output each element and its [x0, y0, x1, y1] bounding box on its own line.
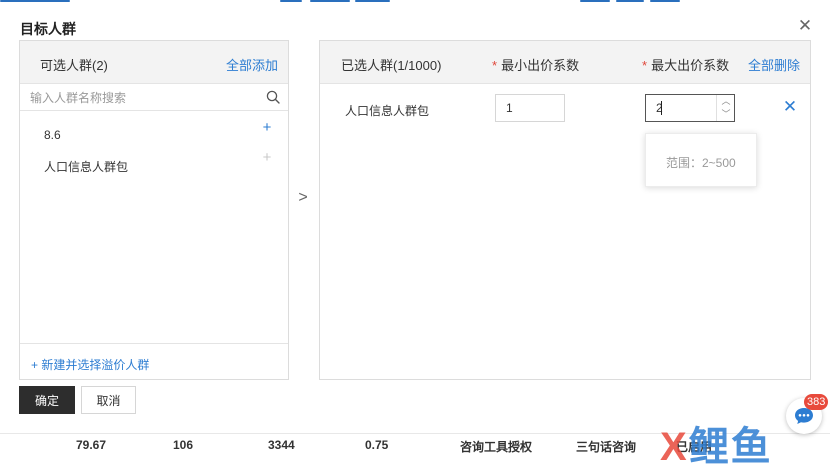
table-row: 人口信息人群包 ︿ ﹀ ✕	[320, 94, 810, 124]
selected-audience-panel: 已选人群(1/1000) * 最小出价系数 * 最大出价系数 全部删除 人口信息人群…	[319, 40, 811, 380]
watermark-part-1: X	[660, 425, 689, 469]
watermark-logo: X鲤鱼	[660, 424, 773, 470]
available-panel-footer: + 新建并选择溢价人群	[20, 343, 288, 380]
close-icon[interactable]: ✕	[796, 17, 814, 35]
chevron-right-icon[interactable]: >	[296, 189, 310, 207]
available-audience-panel: 可选人群(2) 全部添加 8.6 + 人口信息人群包 + + 新建并选择溢价人群	[19, 40, 289, 380]
audience-search-input[interactable]	[20, 85, 260, 110]
selected-panel-title: 已选人群(1/1000)	[341, 58, 442, 73]
notification-badge: 383	[804, 394, 829, 410]
table-cell: 79.67	[76, 438, 107, 452]
search-icon[interactable]	[266, 90, 280, 104]
cancel-button[interactable]: 取消	[81, 386, 136, 414]
required-asterisk: *	[492, 58, 498, 73]
table-cell: 0.75	[365, 438, 389, 452]
selected-panel-header: 已选人群(1/1000) * 最小出价系数 * 最大出价系数 全部删除	[320, 41, 810, 84]
watermark-part-2: 鲤鱼	[688, 425, 773, 469]
delete-all-link[interactable]: 全部删除	[748, 55, 800, 74]
plus-icon[interactable]: +	[260, 120, 274, 135]
min-bid-header: * 最小出价系数	[492, 55, 579, 74]
audience-search-box	[20, 85, 288, 111]
selected-audience-name: 人口信息人群包	[345, 104, 430, 118]
min-bid-header-label: 最小出价系数	[501, 58, 580, 73]
chevron-down-icon[interactable]: ﹀	[717, 108, 735, 121]
dialog-title: 目标人群	[20, 21, 76, 37]
max-bid-stepper: ︿ ﹀	[645, 94, 735, 122]
confirm-button[interactable]: 确定	[19, 386, 75, 414]
range-tooltip-text: 范围：2~500	[666, 156, 736, 170]
text-caret	[661, 101, 662, 115]
max-bid-header-label: 最大出价系数	[651, 58, 730, 73]
table-cell: 咨询工具授权	[460, 440, 533, 454]
target-audience-dialog: 目标人群 ✕ 可选人群(2) 全部添加 8.6 + 人口信息人群包 + + 新建…	[0, 3, 830, 433]
list-item: 8.6 +	[20, 119, 288, 149]
available-panel-header: 可选人群(2) 全部添加	[20, 41, 288, 84]
table-cell: 106	[173, 438, 194, 452]
chevron-up-icon[interactable]: ︿	[717, 95, 735, 108]
range-tooltip: 范围：2~500	[645, 133, 757, 187]
table-cell: 三句话咨询	[576, 440, 637, 454]
required-asterisk: *	[642, 58, 648, 73]
audience-item-label: 人口信息人群包	[44, 160, 129, 174]
audience-item-label: 8.6	[44, 128, 61, 142]
max-bid-header: * 最大出价系数	[642, 55, 729, 74]
plus-icon[interactable]: +	[260, 150, 274, 165]
min-bid-input[interactable]	[495, 94, 565, 122]
remove-icon[interactable]: ✕	[782, 98, 798, 115]
max-bid-input[interactable]	[646, 95, 716, 121]
list-item: 人口信息人群包 +	[20, 149, 288, 179]
stepper-buttons: ︿ ﹀	[716, 95, 734, 121]
table-cell: 3344	[268, 438, 295, 452]
add-all-link[interactable]: 全部添加	[226, 55, 278, 74]
available-panel-title: 可选人群(2)	[40, 58, 108, 73]
create-premium-audience-link[interactable]: + 新建并选择溢价人群	[31, 356, 149, 373]
available-audience-list: 8.6 + 人口信息人群包 +	[20, 119, 288, 179]
